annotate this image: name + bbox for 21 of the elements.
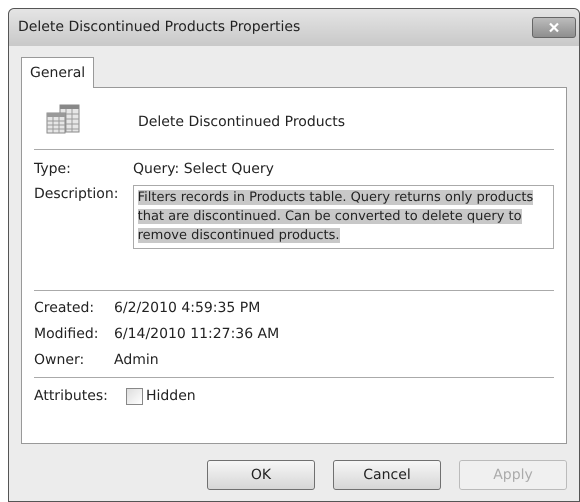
field-value: 6/2/2010 4:59:35 PM [114,299,260,318]
close-button[interactable] [532,17,576,38]
object-name: Delete Discontinued Products [138,113,346,132]
window-title: Delete Discontinued Products Properties [18,18,300,37]
tab[interactable]: General [21,57,94,88]
field-label: Description: [34,185,120,204]
dialog-button[interactable]: Cancel [333,460,441,490]
checkbox[interactable] [126,388,143,405]
field-label: Created: [34,299,96,318]
field-value: Admin [114,351,159,370]
field-label: Type: [34,160,72,179]
close-icon [548,22,560,33]
checkbox-label: Hidden [146,387,196,406]
description-field[interactable]: Filters records in Products table. Query returns only products that are discontinued. Can be converted to delete query to remove discontinued products. [132,185,554,249]
field-label: Modified: [34,325,100,344]
dialog-button[interactable]: OK [207,460,315,490]
field-label: Attributes: [34,387,109,406]
query-table-icon [46,104,80,134]
field-value: 6/14/2010 11:27:36 AM [114,325,280,344]
field-label: Owner: [34,351,86,370]
field-value: Query: Select Query [133,160,274,179]
